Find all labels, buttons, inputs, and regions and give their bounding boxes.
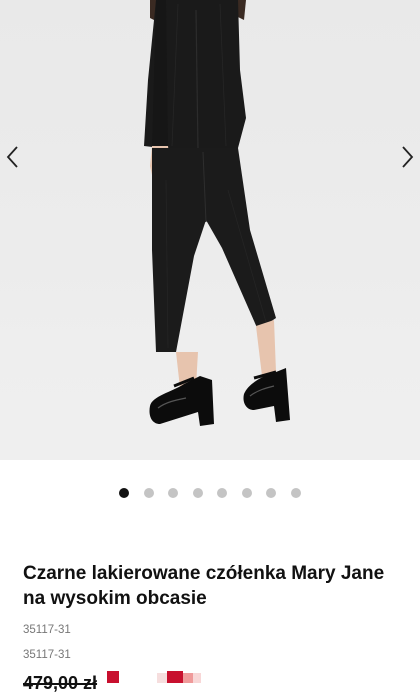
- product-image-gallery[interactable]: [0, 0, 420, 460]
- sale-price-graphic: [107, 671, 202, 683]
- product-sku-secondary: 35117-31: [23, 649, 71, 661]
- gallery-dot-1[interactable]: [119, 488, 130, 498]
- gallery-dot-4[interactable]: [192, 488, 203, 498]
- gallery-dot-8[interactable]: [290, 488, 301, 498]
- product-title: Czarne lakierowane czółenka Mary Jane na…: [23, 563, 385, 609]
- gallery-dot-2[interactable]: [143, 488, 154, 498]
- product-photo[interactable]: [0, 0, 420, 460]
- chevron-left-icon: [6, 146, 18, 168]
- old-price: 479,00 zł: [23, 672, 98, 693]
- gallery-dot-7[interactable]: [266, 488, 277, 498]
- gallery-pagination: [0, 488, 420, 498]
- gallery-dot-3[interactable]: [168, 488, 179, 498]
- price-row: 479,00 zł: [23, 670, 207, 696]
- chevron-right-icon: [402, 146, 414, 168]
- gallery-prev-button[interactable]: [0, 142, 24, 172]
- gallery-next-button[interactable]: [396, 142, 420, 172]
- gallery-dot-6[interactable]: [241, 488, 252, 498]
- gallery-dot-5[interactable]: [217, 488, 228, 498]
- product-sku: 35117-31: [23, 624, 71, 636]
